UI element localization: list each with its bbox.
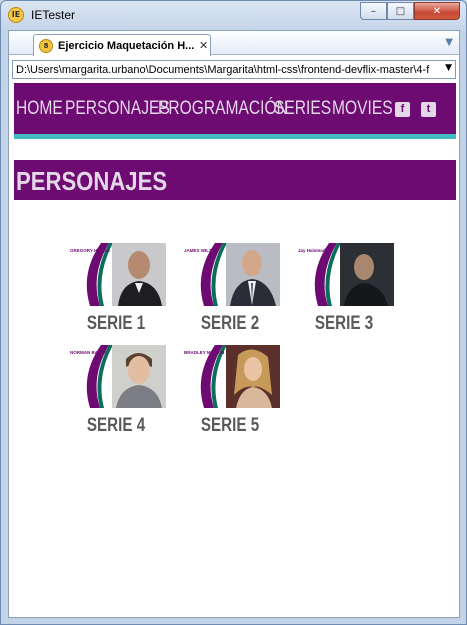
- address-bar[interactable]: D:\Users\margarita.urbano\Documents\Marg…: [12, 60, 456, 79]
- tab-close-icon[interactable]: ✕: [199, 39, 208, 52]
- address-input[interactable]: D:\Users\margarita.urbano\Documents\Marg…: [16, 64, 440, 76]
- card-title[interactable]: SERIE 3: [304, 313, 384, 335]
- character-card[interactable]: BRADLEY MARTIN SERIE 5: [180, 345, 280, 437]
- card-title[interactable]: SERIE 4: [76, 415, 156, 437]
- close-window-button[interactable]: ✕: [414, 2, 460, 20]
- character-card[interactable]: Jay Halstead SERIE 3: [294, 243, 394, 335]
- poster-label: NORMAN BATES: [70, 350, 107, 355]
- page-title: PERSONAJES: [16, 166, 168, 196]
- main-nav: HOME PERSONAJES PROGRAMACIÓN SERIES MOVI…: [14, 83, 456, 139]
- card-title[interactable]: SERIE 5: [190, 415, 270, 437]
- client-area: 8 Ejercicio Maquetación H... ✕ ▼ D:\User…: [8, 30, 460, 618]
- window-controls: – □ ✕: [360, 2, 460, 20]
- twitter-icon[interactable]: t: [421, 102, 436, 117]
- maximize-button[interactable]: □: [387, 2, 414, 20]
- character-poster[interactable]: GREGORY HOUSE: [66, 243, 166, 306]
- character-card[interactable]: NORMAN BATES SERIE 4: [66, 345, 166, 437]
- character-poster[interactable]: JAMES WILSON: [180, 243, 280, 306]
- poster-label: GREGORY HOUSE: [70, 248, 111, 253]
- nav-link-series[interactable]: SERIES: [274, 98, 331, 120]
- character-poster[interactable]: NORMAN BATES: [66, 345, 166, 408]
- card-title[interactable]: SERIE 1: [76, 313, 156, 335]
- address-dropdown-icon[interactable]: ▼: [445, 63, 452, 73]
- web-page: HOME PERSONAJES PROGRAMACIÓN SERIES MOVI…: [14, 83, 456, 613]
- nav-link-movies[interactable]: MOVIES: [332, 98, 393, 120]
- poster-label: Jay Halstead: [298, 248, 326, 253]
- ietester-app-icon: IE: [8, 7, 24, 23]
- nav-link-home[interactable]: HOME: [16, 98, 63, 120]
- tab-label: Ejercicio Maquetación H...: [58, 39, 195, 52]
- ietester-window: IE IETester – □ ✕ 8 Ejercicio Maquetació…: [0, 0, 467, 625]
- window-title: IETester: [31, 8, 76, 22]
- tab-strip: 8 Ejercicio Maquetación H... ✕ ▼: [9, 31, 459, 56]
- minimize-button[interactable]: –: [360, 2, 387, 20]
- ie8-icon: 8: [39, 38, 53, 53]
- nav-link-programacion[interactable]: PROGRAMACIÓN: [158, 98, 288, 120]
- poster-label: BRADLEY MARTIN: [184, 350, 225, 355]
- section-header: PERSONAJES: [14, 160, 456, 200]
- poster-label: JAMES WILSON: [184, 248, 219, 253]
- character-poster[interactable]: BRADLEY MARTIN: [180, 345, 280, 408]
- title-bar[interactable]: IE IETester – □ ✕: [1, 1, 466, 29]
- nav-link-personajes[interactable]: PERSONAJES: [65, 98, 170, 120]
- character-poster[interactable]: Jay Halstead: [294, 243, 394, 306]
- tab-list-dropdown-icon[interactable]: ▼: [445, 37, 453, 48]
- character-card[interactable]: JAMES WILSON SERIE 2: [180, 243, 280, 335]
- tab-ejercicio[interactable]: 8 Ejercicio Maquetación H... ✕: [33, 34, 211, 56]
- character-card[interactable]: GREGORY HOUSE SERIE 1: [66, 243, 166, 335]
- card-title[interactable]: SERIE 2: [190, 313, 270, 335]
- facebook-icon[interactable]: f: [395, 102, 410, 117]
